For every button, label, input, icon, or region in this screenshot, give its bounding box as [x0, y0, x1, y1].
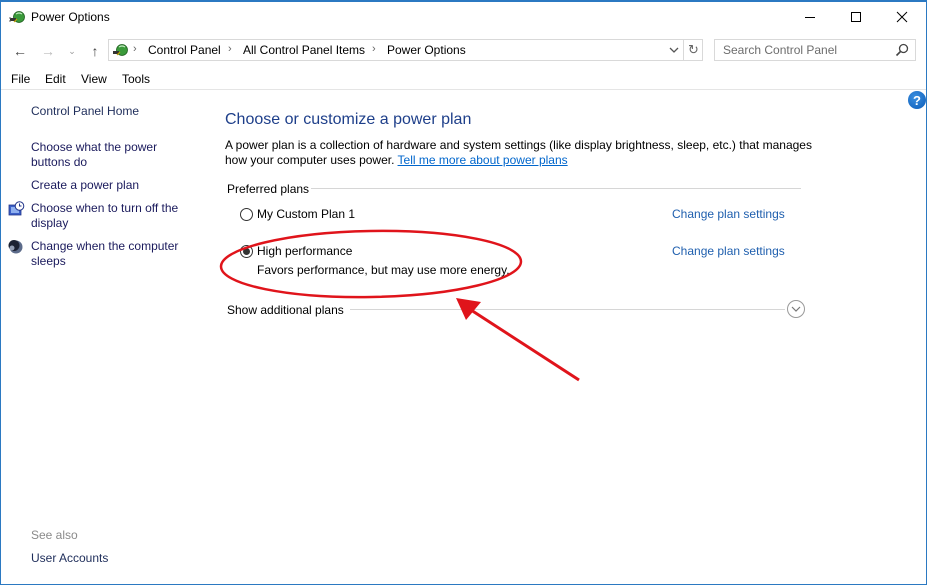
menu-tools[interactable]: Tools [122, 72, 150, 86]
plan-name[interactable]: My Custom Plan 1 [257, 207, 355, 221]
sidebar-computer-sleeps[interactable]: Change when the computer sleeps [31, 239, 196, 269]
display-clock-icon [8, 201, 25, 216]
forward-button[interactable]: → [37, 41, 59, 61]
breadcrumb-control-panel[interactable]: Control Panel [148, 43, 221, 57]
menu-bar: File Edit View Tools [1, 68, 926, 90]
breadcrumb-all-items[interactable]: All Control Panel Items [243, 43, 365, 57]
arrow-left-icon: ← [13, 43, 27, 59]
search-icon [895, 43, 909, 57]
close-button[interactable] [879, 2, 925, 32]
sidebar: Control Panel Home Choose what the power… [1, 91, 201, 585]
menu-file[interactable]: File [11, 72, 30, 86]
refresh-button[interactable]: ↻ [683, 40, 703, 60]
recent-locations-button[interactable]: ⌄ [65, 41, 79, 61]
breadcrumb-power-options[interactable]: Power Options [387, 43, 466, 57]
back-button[interactable]: ← [9, 41, 31, 61]
learn-more-link[interactable]: Tell me more about power plans [398, 153, 568, 167]
page-description: A power plan is a collection of hardware… [225, 138, 825, 168]
chevron-down-icon [669, 47, 679, 53]
title-bar: Power Options [1, 2, 926, 32]
arrow-up-icon: ↑ [91, 43, 99, 59]
section-divider [311, 188, 801, 189]
menu-edit[interactable]: Edit [45, 72, 66, 86]
change-plan-settings-link[interactable]: Change plan settings [672, 207, 785, 221]
refresh-icon: ↻ [688, 42, 699, 57]
additional-plans-divider [345, 309, 785, 310]
breadcrumb-separator: › [228, 43, 232, 55]
preferred-plans-label: Preferred plans [227, 182, 316, 196]
power-options-icon [9, 11, 25, 23]
sidebar-create-plan[interactable]: Create a power plan [31, 178, 196, 193]
change-plan-settings-link[interactable]: Change plan settings [672, 244, 785, 258]
up-button[interactable]: ↑ [84, 41, 106, 61]
page-title: Choose or customize a power plan [225, 111, 472, 128]
expand-additional-plans-button[interactable] [787, 300, 805, 318]
plan-radio-custom[interactable] [240, 208, 253, 221]
window-title: Power Options [31, 10, 110, 24]
sidebar-turn-off-display[interactable]: Choose when to turn off the display [31, 201, 196, 231]
sidebar-power-buttons[interactable]: Choose what the power buttons do [31, 140, 196, 170]
control-panel-icon [113, 44, 128, 56]
sleep-moon-icon [8, 240, 23, 254]
sidebar-control-panel-home[interactable]: Control Panel Home [31, 104, 196, 119]
minimize-icon [805, 17, 815, 18]
breadcrumb-separator: › [372, 43, 376, 55]
address-dropdown-button[interactable] [665, 40, 683, 60]
plan-radio-high-performance[interactable] [240, 245, 253, 258]
power-options-window: Power Options ← → ⌄ ↑ › Control Panel › … [0, 0, 927, 585]
show-additional-plans-label[interactable]: Show additional plans [227, 303, 350, 317]
search-box[interactable] [714, 39, 916, 61]
arrow-right-icon: → [41, 43, 55, 59]
close-icon [896, 11, 908, 23]
sidebar-user-accounts[interactable]: User Accounts [31, 551, 108, 565]
plan-name[interactable]: High performance [257, 244, 352, 258]
menu-view[interactable]: View [81, 72, 107, 86]
plan-description: Favors performance, but may use more ene… [257, 263, 510, 277]
maximize-button[interactable] [833, 2, 879, 32]
search-input[interactable] [715, 40, 890, 60]
maximize-icon [851, 12, 861, 22]
chevron-down-icon: ⌄ [68, 45, 76, 56]
see-also-heading: See also [31, 528, 78, 542]
breadcrumb-separator: › [133, 43, 137, 55]
main-content: Choose or customize a power plan A power… [225, 91, 915, 571]
chevron-down-circle-icon [791, 306, 801, 312]
navigation-bar: ← → ⌄ ↑ › Control Panel › All Control Pa… [1, 36, 926, 66]
minimize-button[interactable] [787, 2, 833, 32]
address-bar[interactable]: › Control Panel › All Control Panel Item… [108, 39, 703, 61]
